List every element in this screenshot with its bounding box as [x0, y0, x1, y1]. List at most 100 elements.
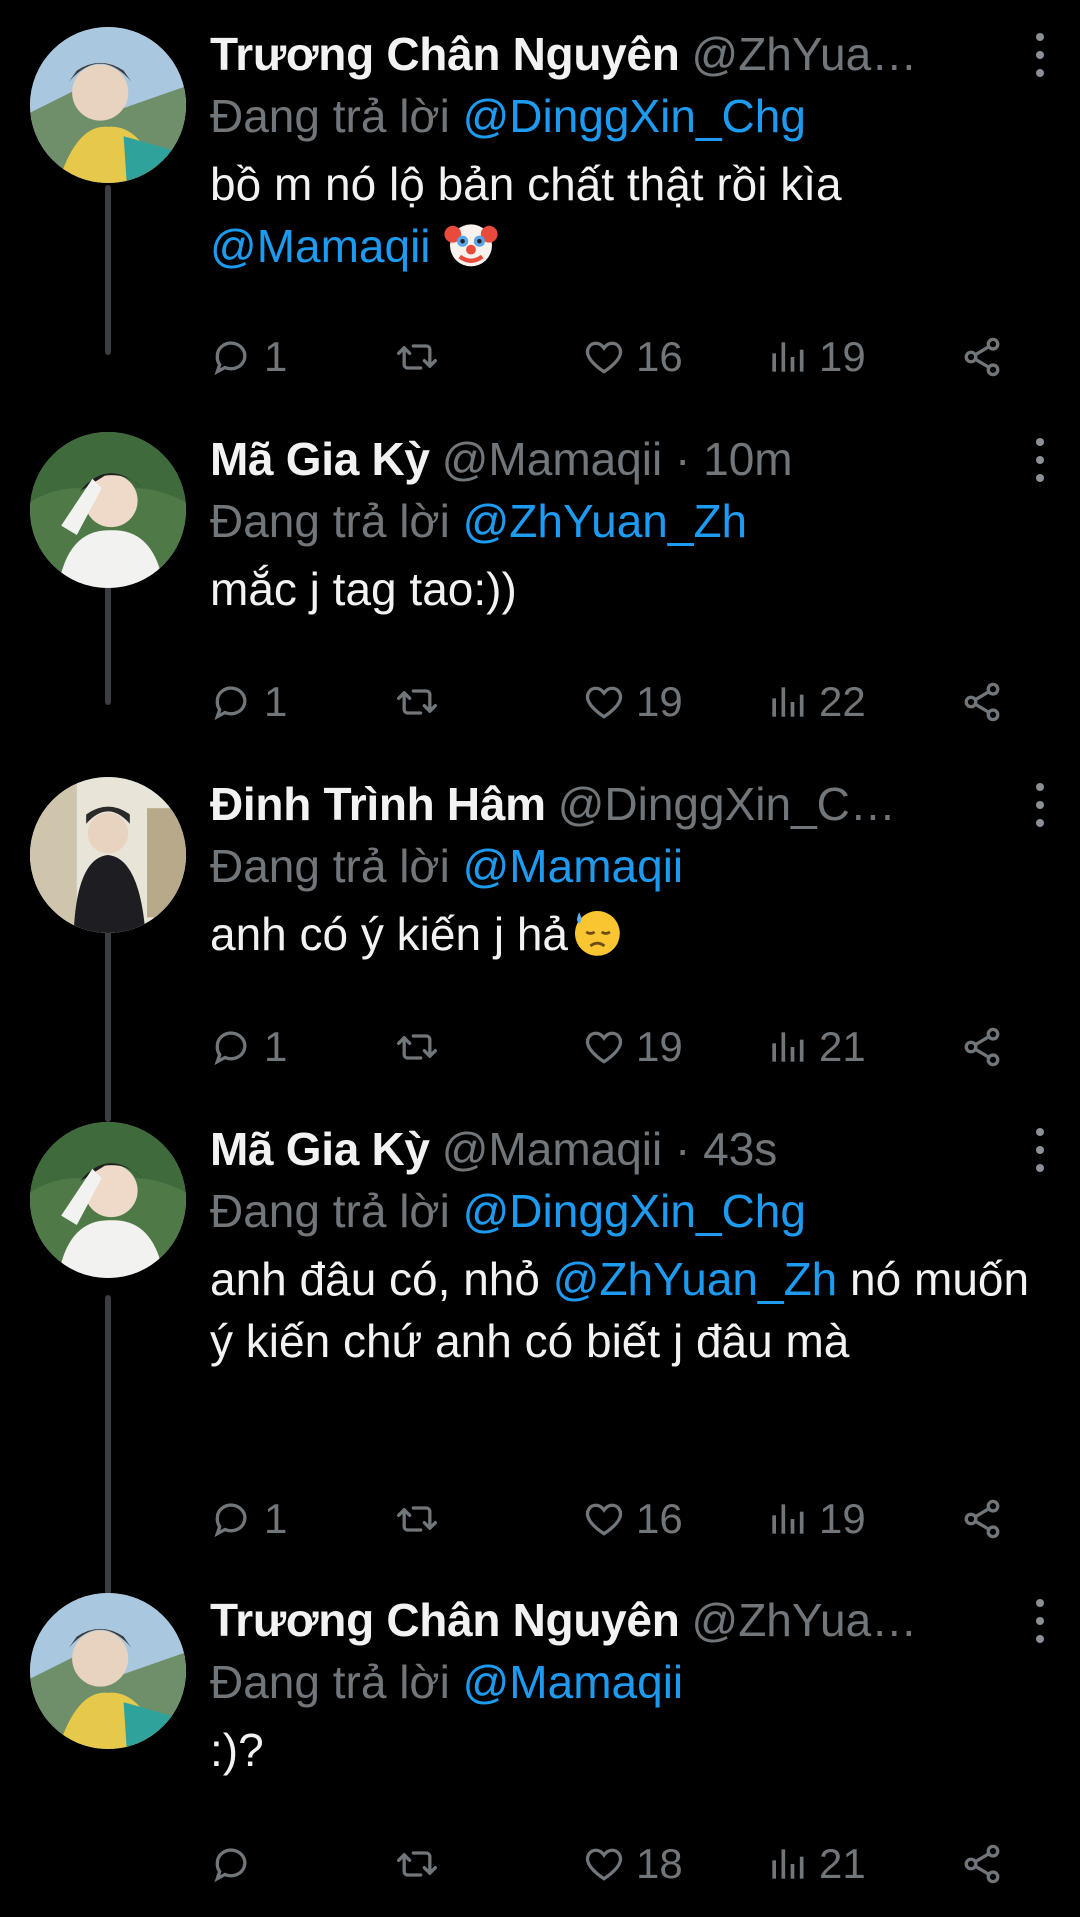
views-button[interactable]: 21	[765, 1837, 866, 1891]
reply-button[interactable]	[210, 1837, 264, 1891]
like-button[interactable]: 19	[582, 675, 683, 729]
mention-link[interactable]: @ZhYuan_Zh	[463, 495, 748, 547]
like-button[interactable]: 19	[582, 1020, 683, 1074]
tweet-actions: 18 21	[210, 1837, 1010, 1891]
views-icon	[765, 1842, 819, 1886]
tweet-text-segment: :)?	[210, 1724, 264, 1776]
avatar[interactable]	[30, 777, 186, 933]
display-name[interactable]: Đinh Trình Hâm	[210, 777, 546, 831]
mention-link[interactable]: @ZhYuan_Zh	[553, 1253, 838, 1305]
retweet-button[interactable]	[395, 1492, 449, 1546]
retweet-button[interactable]	[395, 330, 449, 384]
display-name[interactable]: Trương Chân Nguyên	[210, 1593, 680, 1647]
reply-icon	[210, 1025, 264, 1069]
avatar[interactable]	[30, 1122, 186, 1278]
share-icon	[960, 1842, 1014, 1886]
reply-icon	[210, 1842, 264, 1886]
reply-button[interactable]: 1	[210, 675, 287, 729]
display-name[interactable]: Trương Chân Nguyên	[210, 27, 680, 81]
username[interactable]: @ZhYua…	[692, 1593, 1052, 1647]
views-count: 22	[819, 678, 866, 725]
reply-icon	[210, 1497, 264, 1541]
views-button[interactable]: 19	[765, 1492, 866, 1546]
share-button[interactable]	[960, 675, 1014, 729]
avatar-photo	[30, 27, 186, 183]
replying-to: Đang trả lời @Mamaqii	[210, 840, 684, 892]
tweet-text-segment: anh có ý kiến j hả	[210, 908, 569, 960]
views-button[interactable]: 21	[765, 1020, 866, 1074]
views-count: 19	[819, 1495, 866, 1542]
mention-link[interactable]: @Mamaqii	[463, 840, 684, 892]
avatar-photo	[30, 432, 186, 588]
views-icon	[765, 335, 819, 379]
more-icon[interactable]	[1028, 33, 1052, 77]
like-button[interactable]: 16	[582, 1492, 683, 1546]
downcast-sweat-emoji	[575, 911, 620, 956]
username[interactable]: @DinggXin_C…	[558, 777, 1052, 831]
display-name[interactable]: Mã Gia Kỳ	[210, 1122, 430, 1176]
share-button[interactable]	[960, 1492, 1014, 1546]
retweet-icon	[395, 335, 449, 379]
tweet-text-segment: mắc j tag tao:))	[210, 563, 517, 615]
tweet-text-segment: anh đâu có, nhỏ	[210, 1253, 553, 1305]
tweet-actions: 1 19 22	[210, 675, 1010, 729]
replying-to: Đang trả lời @DinggXin_Chg	[210, 1185, 806, 1237]
replying-to: Đang trả lời @DinggXin_Chg	[210, 90, 806, 142]
mention-link[interactable]: @DinggXin_Chg	[463, 1185, 806, 1237]
reply-button[interactable]: 1	[210, 1020, 287, 1074]
mention-link[interactable]: @Mamaqii	[463, 1656, 684, 1708]
heart-icon	[582, 1842, 636, 1886]
thread-line	[105, 1295, 111, 1595]
like-button[interactable]: 18	[582, 1837, 683, 1891]
views-icon	[765, 1497, 819, 1541]
more-icon[interactable]	[1028, 438, 1052, 482]
reply-button[interactable]: 1	[210, 1492, 287, 1546]
thread-line	[105, 185, 111, 355]
reply-count: 1	[264, 678, 288, 725]
share-icon	[960, 335, 1014, 379]
heart-icon	[582, 1497, 636, 1541]
avatar-photo	[30, 1593, 186, 1749]
views-count: 21	[819, 1023, 866, 1070]
retweet-button[interactable]	[395, 675, 449, 729]
reply-icon	[210, 680, 264, 724]
tweet-text: :)?	[210, 1719, 1052, 1781]
mention-link[interactable]: @Mamaqii	[210, 220, 431, 272]
tweet-text: anh có ý kiến j hả	[210, 903, 1052, 965]
display-name[interactable]: Mã Gia Kỳ	[210, 432, 430, 486]
views-button[interactable]: 22	[765, 675, 866, 729]
replying-to: Đang trả lời @ZhYuan_Zh	[210, 495, 748, 547]
more-icon[interactable]	[1028, 1599, 1052, 1643]
retweet-button[interactable]	[395, 1020, 449, 1074]
replying-to: Đang trả lời @Mamaqii	[210, 1656, 684, 1708]
username[interactable]: @ZhYua…	[692, 27, 1052, 81]
reply-icon	[210, 335, 264, 379]
reply-button[interactable]: 1	[210, 330, 287, 384]
like-count: 19	[636, 678, 683, 725]
username[interactable]: @Mamaqii · 10m	[442, 432, 1052, 486]
like-button[interactable]: 16	[582, 330, 683, 384]
retweet-icon	[395, 1842, 449, 1886]
views-button[interactable]: 19	[765, 330, 866, 384]
views-count: 19	[819, 333, 866, 380]
tweet-actions: 1 19 21	[210, 1020, 1010, 1074]
reply-count: 1	[264, 1023, 288, 1070]
share-button[interactable]	[960, 1020, 1014, 1074]
avatar[interactable]	[30, 27, 186, 183]
share-button[interactable]	[960, 330, 1014, 384]
avatar[interactable]	[30, 1593, 186, 1749]
retweet-icon	[395, 1025, 449, 1069]
tweet-text: bồ m nó lộ bản chất thật rồi kìa @Mamaqii	[210, 153, 1052, 277]
share-button[interactable]	[960, 1837, 1014, 1891]
more-icon[interactable]	[1028, 783, 1052, 827]
mention-link[interactable]: @DinggXin_Chg	[463, 90, 806, 142]
views-count: 21	[819, 1840, 866, 1887]
avatar[interactable]	[30, 432, 186, 588]
retweet-button[interactable]	[395, 1837, 449, 1891]
tweet-actions: 1 16 19	[210, 1492, 1010, 1546]
more-icon[interactable]	[1028, 1128, 1052, 1172]
tweet-header: Đinh Trình Hâm @DinggXin_C…	[210, 777, 1052, 835]
views-icon	[765, 680, 819, 724]
username[interactable]: @Mamaqii · 43s	[442, 1122, 1052, 1176]
reply-count: 1	[264, 333, 288, 380]
